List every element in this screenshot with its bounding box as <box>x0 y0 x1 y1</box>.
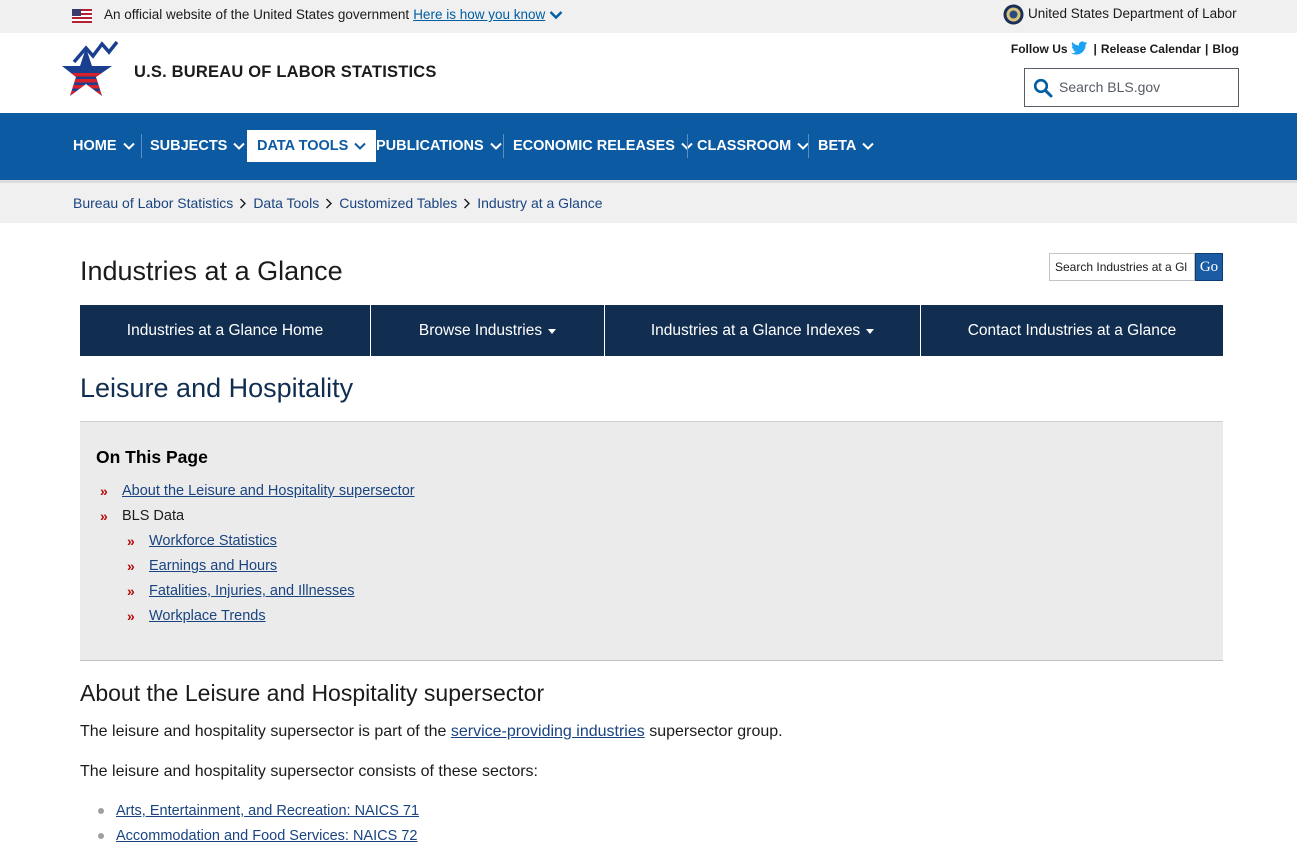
nav-subjects[interactable]: SUBJECTS <box>140 130 255 162</box>
iag-search-input[interactable]: Search Industries at a Gl <box>1049 253 1195 281</box>
nav-publications[interactable]: PUBLICATIONS <box>366 130 512 162</box>
list-item: » Workplace Trends <box>127 608 266 624</box>
service-providing-link[interactable]: service-providing industries <box>451 723 645 740</box>
list-item: » Earnings and Hours <box>127 558 277 574</box>
nav-publications-label: PUBLICATIONS <box>376 138 484 154</box>
nav-subjects-label: SUBJECTS <box>150 138 228 154</box>
breadcrumb: Bureau of Labor Statistics Data Tools Cu… <box>73 195 603 211</box>
follow-us-label[interactable]: Follow Us <box>1011 42 1068 56</box>
blog-link[interactable]: Blog <box>1212 42 1239 56</box>
chevron-down-icon <box>122 142 135 150</box>
chevron-down-icon <box>233 142 246 150</box>
chevron-right-icon <box>240 198 247 208</box>
subnav-browse-industries[interactable]: Browse Industries <box>371 305 605 356</box>
official-site-label: An official website of the United States… <box>104 7 410 22</box>
para1-text: The leisure and hospitality supersector … <box>80 723 447 740</box>
chevron-down-icon <box>862 142 875 150</box>
on-this-page-title: On This Page <box>96 447 208 467</box>
iag-sub-nav: Industries at a Glance Home Browse Indus… <box>80 305 1223 356</box>
subnav-home[interactable]: Industries at a Glance Home <box>80 305 371 356</box>
raquo-icon: » <box>100 508 108 524</box>
nav-data-tools[interactable]: DATA TOOLS <box>247 130 377 162</box>
about-heading: About the Leisure and Hospitality supers… <box>80 680 545 706</box>
on-this-page-box: On This Page » About the Leisure and Hos… <box>80 421 1223 661</box>
breadcrumb-data-tools[interactable]: Data Tools <box>253 195 319 211</box>
how-you-know-link[interactable]: Here is how you know <box>413 7 545 22</box>
subnav-contact-label: Contact Industries at a Glance <box>967 321 1177 339</box>
chevron-down-icon <box>489 142 502 150</box>
us-flag-icon <box>72 9 92 23</box>
gov-banner: An official website of the United States… <box>0 0 1297 33</box>
twitter-icon[interactable] <box>1070 41 1088 56</box>
raquo-icon: » <box>100 483 108 499</box>
utility-separator: | <box>1093 41 1097 56</box>
go-button[interactable]: Go <box>1195 253 1223 281</box>
list-item: » About the Leisure and Hospitality supe… <box>100 483 415 499</box>
nav-home-label: HOME <box>73 138 117 154</box>
nav-data-tools-label: DATA TOOLS <box>257 138 349 154</box>
chevron-right-icon <box>464 198 471 208</box>
subnav-indexes-label: Industries at a Glance Indexes <box>650 321 861 339</box>
list-item: Accommodation and Food Services: NAICS 7… <box>98 828 417 844</box>
breadcrumb-industry-at-a-glance[interactable]: Industry at a Glance <box>477 195 602 211</box>
list-item: » BLS Data <box>100 508 184 524</box>
about-paragraph-2: The leisure and hospitality supersector … <box>80 763 538 780</box>
nav-classroom[interactable]: CLASSROOM <box>687 130 819 162</box>
nav-economic-releases-label: ECONOMIC RELEASES <box>513 138 675 154</box>
workforce-statistics-link[interactable]: Workforce Statistics <box>149 533 277 549</box>
dol-link[interactable]: United States Department of Labor <box>1028 6 1237 21</box>
utility-separator: | <box>1204 41 1209 56</box>
nav-home[interactable]: HOME <box>63 130 145 162</box>
dol-seal-icon <box>1003 4 1024 25</box>
subnav-home-label: Industries at a Glance Home <box>126 321 324 339</box>
about-supersector-link[interactable]: About the Leisure and Hospitality supers… <box>122 483 415 499</box>
workplace-trends-link[interactable]: Workplace Trends <box>149 608 266 624</box>
list-item: » Workforce Statistics <box>127 533 277 549</box>
chevron-right-icon <box>326 198 333 208</box>
release-calendar-link[interactable]: Release Calendar <box>1101 42 1201 56</box>
site-title[interactable]: U.S. BUREAU OF LABOR STATISTICS <box>134 63 437 82</box>
raquo-icon: » <box>127 533 135 549</box>
page-title: Industries at a Glance <box>80 256 343 286</box>
list-item: Arts, Entertainment, and Recreation: NAI… <box>98 803 419 819</box>
nav-classroom-label: CLASSROOM <box>697 138 792 154</box>
earnings-hours-link[interactable]: Earnings and Hours <box>149 558 277 574</box>
raquo-icon: » <box>127 558 135 574</box>
bls-logo-icon[interactable] <box>62 40 120 102</box>
gov-banner-text: An official website of the United States… <box>104 7 545 22</box>
breadcrumb-bls[interactable]: Bureau of Labor Statistics <box>73 195 233 211</box>
nav-economic-releases[interactable]: ECONOMIC RELEASES <box>503 130 703 162</box>
caret-down-icon <box>866 329 875 334</box>
subnav-indexes[interactable]: Industries at a Glance Indexes <box>605 305 921 356</box>
chevron-down-icon <box>354 142 367 150</box>
sector-arts-link[interactable]: Arts, Entertainment, and Recreation: NAI… <box>116 803 419 819</box>
bullet-icon <box>98 808 104 814</box>
search-placeholder: Search BLS.gov <box>1059 79 1161 95</box>
subnav-contact[interactable]: Contact Industries at a Glance <box>921 305 1223 356</box>
nav-beta-label: BETA <box>818 138 857 154</box>
utility-links: Follow Us | Release Calendar | Blog <box>1011 41 1239 56</box>
list-item: » Fatalities, Injuries, and Illnesses <box>127 583 355 599</box>
bls-data-label: BLS Data <box>122 508 185 524</box>
site-search-input[interactable]: Search BLS.gov <box>1024 68 1239 107</box>
breadcrumb-bar: Bureau of Labor Statistics Data Tools Cu… <box>0 180 1297 223</box>
about-paragraph-1: The leisure and hospitality supersector … <box>80 723 783 741</box>
caret-down-icon <box>548 329 557 334</box>
bullet-icon <box>98 833 104 839</box>
sector-accommodation-link[interactable]: Accommodation and Food Services: NAICS 7… <box>116 828 417 844</box>
para1-text-end: supersector group. <box>649 723 783 740</box>
breadcrumb-customized-tables[interactable]: Customized Tables <box>339 195 457 211</box>
nav-beta[interactable]: BETA <box>808 130 884 162</box>
raquo-icon: » <box>127 583 135 599</box>
chevron-down-icon[interactable] <box>549 9 563 21</box>
fatalities-injuries-link[interactable]: Fatalities, Injuries, and Illnesses <box>149 583 355 599</box>
subnav-browse-label: Browse Industries <box>418 321 543 339</box>
section-heading: Leisure and Hospitality <box>80 373 354 403</box>
main-nav: HOME SUBJECTS DATA TOOLS PUBLICATIONS EC… <box>0 113 1297 180</box>
raquo-icon: » <box>127 608 135 624</box>
search-icon[interactable] <box>1033 78 1053 98</box>
